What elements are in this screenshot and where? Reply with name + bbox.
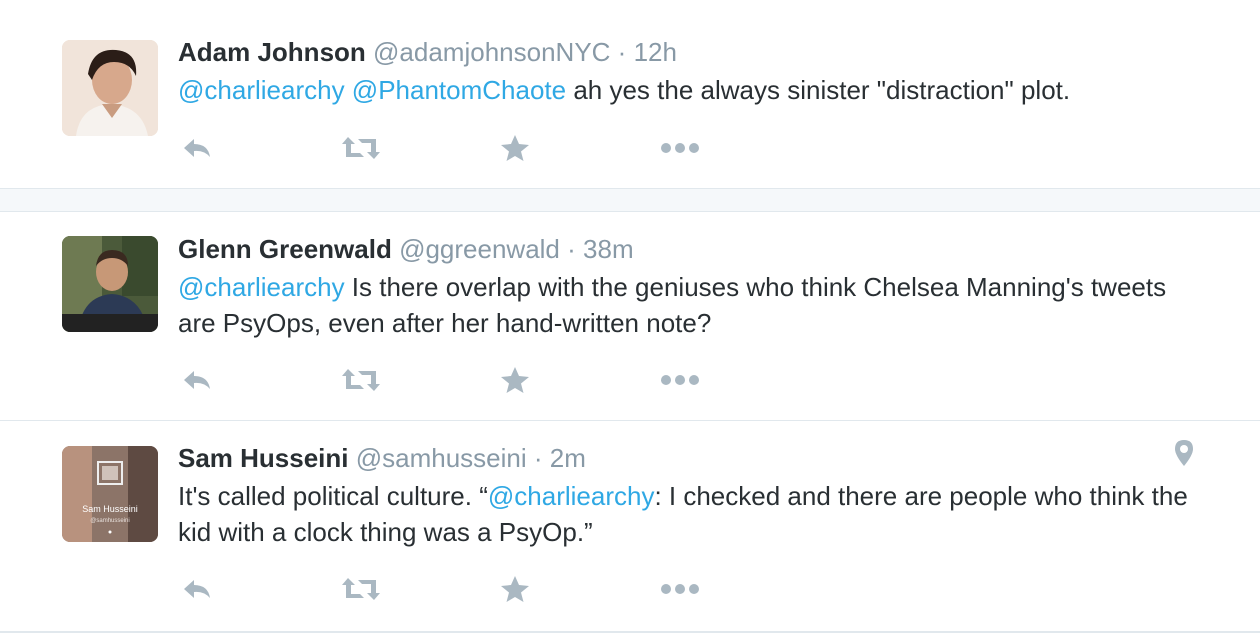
reply-icon: [184, 580, 210, 598]
user-handle[interactable]: @samhusseini: [356, 443, 527, 473]
retweet-button[interactable]: [340, 571, 382, 607]
separator: ·: [567, 234, 576, 264]
user-handle[interactable]: @ggreenwald: [399, 234, 560, 264]
mention-link[interactable]: @charliearchy: [178, 272, 345, 302]
retweet-icon: [342, 369, 380, 391]
display-name[interactable]: Sam Husseini: [178, 443, 349, 473]
favorite-button[interactable]: [500, 362, 530, 398]
favorite-icon: [501, 135, 529, 161]
tweet-actions: [180, 571, 720, 607]
favorite-icon: [501, 576, 529, 602]
reply-button[interactable]: [180, 130, 214, 166]
more-button[interactable]: [660, 571, 700, 607]
tweet-text-segment: It's called political culture. “: [178, 481, 488, 511]
more-button[interactable]: [660, 362, 700, 398]
avatar-subcaption: @samhusseini: [90, 518, 129, 524]
timestamp[interactable]: 12h: [634, 37, 677, 67]
user-handle[interactable]: @adamjohnsonNYC: [373, 37, 610, 67]
mention-link[interactable]: @PhantomChaote: [352, 75, 566, 105]
reply-button[interactable]: [180, 362, 214, 398]
timestamp[interactable]: 2m: [550, 443, 586, 473]
separator: ·: [617, 37, 627, 67]
reply-icon: [184, 139, 210, 157]
retweet-button[interactable]: [340, 362, 382, 398]
reply-icon: [184, 371, 210, 389]
reply-button[interactable]: [180, 571, 214, 607]
tweet-header: Glenn Greenwald @ggreenwald · 38m: [178, 234, 634, 265]
more-icon: [661, 375, 699, 385]
separator: ·: [533, 443, 543, 473]
avatar[interactable]: [62, 40, 158, 136]
retweet-button[interactable]: [340, 130, 382, 166]
favorite-icon: [501, 367, 529, 393]
favorite-button[interactable]: [500, 130, 530, 166]
tweet-text-segment: ah yes the always sinister "distraction"…: [566, 75, 1071, 105]
more-button[interactable]: [660, 130, 700, 166]
retweet-icon: [342, 137, 380, 159]
tweet[interactable]: Adam Johnson @adamjohnsonNYC · 12h @char…: [0, 0, 1260, 189]
display-name[interactable]: Adam Johnson: [178, 37, 366, 67]
display-name[interactable]: Glenn Greenwald: [178, 234, 392, 264]
more-icon: [661, 143, 699, 153]
location-button[interactable]: [1174, 439, 1194, 472]
avatar-caption: Sam Husseini: [82, 504, 138, 514]
tweet-text: @charliearchy Is there overlap with the …: [178, 269, 1188, 341]
timeline-gap: [0, 189, 1260, 212]
tweet-actions: [180, 362, 720, 398]
tweet-text: It's called political culture. “@charlie…: [178, 478, 1188, 550]
tweet-header: Sam Husseini @samhusseini · 2m: [178, 443, 586, 474]
tweet-text-segment: [345, 75, 352, 105]
avatar[interactable]: Sam Husseini @samhusseini: [62, 446, 158, 542]
tweet-actions: [180, 130, 720, 166]
tweet-text: @charliearchy @PhantomChaote ah yes the …: [178, 72, 1188, 108]
location-pin-icon: [1175, 440, 1193, 466]
tweet-header: Adam Johnson @adamjohnsonNYC · 12h: [178, 37, 677, 68]
mention-link[interactable]: @charliearchy: [178, 75, 345, 105]
more-icon: [661, 584, 699, 594]
avatar[interactable]: [62, 236, 158, 332]
tweet[interactable]: Glenn Greenwald @ggreenwald · 38m @charl…: [0, 212, 1260, 421]
mention-link[interactable]: @charliearchy: [488, 481, 655, 511]
tweet[interactable]: Sam Husseini @samhusseini Sam Husseini @…: [0, 421, 1260, 633]
timestamp[interactable]: 38m: [583, 234, 634, 264]
favorite-button[interactable]: [500, 571, 530, 607]
retweet-icon: [342, 578, 380, 600]
